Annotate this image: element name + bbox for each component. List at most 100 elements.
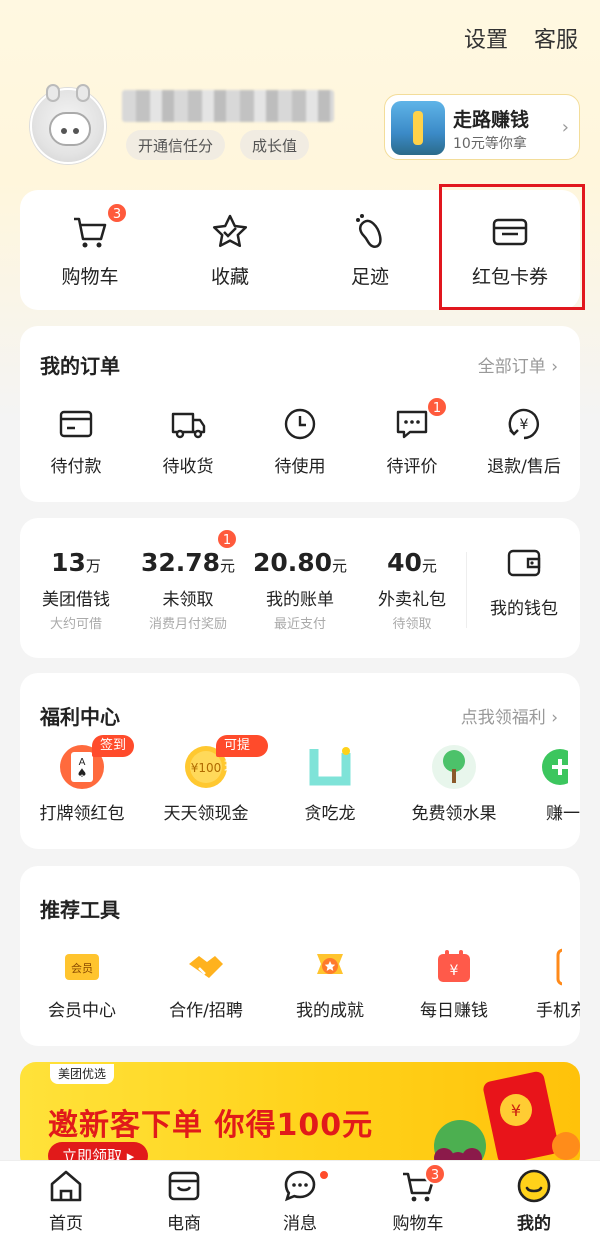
top-links: 设置 客服: [464, 22, 578, 54]
quick-favorites[interactable]: 收藏: [160, 190, 300, 310]
tool-label: 合作/招聘: [169, 1001, 243, 1021]
refund-icon: ¥: [508, 408, 539, 440]
avatar-ear-right: [76, 84, 90, 102]
home-icon: [50, 1170, 82, 1202]
red-envelope-fruit-illustration: ¥: [434, 1071, 580, 1172]
wallet-sublabel: 最近支付: [273, 617, 326, 632]
tool-cooperation[interactable]: 合作/招聘: [144, 946, 268, 1021]
wallet-sublabel: 大约可借: [49, 617, 102, 632]
avatar[interactable]: [30, 84, 106, 164]
order-pending-receipt[interactable]: 待收货: [132, 406, 244, 477]
wallet-value: 32.78: [140, 548, 221, 577]
order-to-review[interactable]: 待评价 1: [356, 396, 468, 477]
card-icon: [59, 410, 93, 438]
avatar-eye-left: [61, 128, 67, 134]
welfare-label: 免费领水果: [411, 804, 497, 824]
username-blurred: [122, 90, 334, 122]
tab-label: 消息: [283, 1214, 317, 1234]
walker-figure: [413, 111, 423, 145]
tools-card: 推荐工具 会员 会员中心 合作/招聘 我的成就 ¥ 每日赚钱 充 手机充: [20, 866, 580, 1046]
order-refund[interactable]: ¥ 退款/售后: [468, 406, 580, 477]
truck-icon: [171, 412, 206, 439]
tool-label: 会员中心: [48, 1001, 116, 1021]
comment-icon: [396, 410, 428, 439]
welfare-label: 打牌领红包: [39, 804, 125, 824]
tool-label: 手机充: [536, 1001, 580, 1021]
growth-value-pill[interactable]: 成长值: [240, 130, 310, 160]
welfare-snake-game[interactable]: 贪吃龙: [268, 743, 392, 824]
my-wallet[interactable]: 我的钱包: [468, 544, 580, 619]
settings-link[interactable]: 设置: [464, 22, 508, 54]
wallet-bill[interactable]: 20.80元 我的账单 最近支付: [244, 548, 356, 632]
tool-phone-recharge[interactable]: 充 手机充: [520, 946, 580, 1021]
welfare-link[interactable]: 点我领福利 ›: [461, 703, 558, 728]
smiley-icon: [517, 1169, 551, 1203]
wallet-unit: 元: [220, 557, 236, 575]
order-label: 待评价: [386, 457, 438, 477]
customer-service-link[interactable]: 客服: [534, 22, 578, 54]
order-label: 待付款: [50, 457, 102, 477]
shopping-bag-icon: [168, 1171, 200, 1201]
tab-label: 我的: [517, 1214, 551, 1234]
review-badge: 1: [426, 396, 448, 418]
tab-mine[interactable]: 我的: [474, 1167, 594, 1234]
order-label: 退款/售后: [487, 457, 561, 477]
highlight-box: [439, 184, 585, 310]
tab-home[interactable]: 首页: [6, 1167, 126, 1234]
welfare-label: 天天领现金: [163, 804, 249, 824]
divider: [466, 552, 467, 628]
welfare-card: 福利中心 点我领福利 › A ♠ 打牌领红包 签到 ¥100 天天领现金 可提现 …: [20, 673, 580, 849]
all-orders-link[interactable]: 全部订单 ›: [478, 352, 558, 377]
tab-cart-badge: 3: [424, 1163, 446, 1185]
order-to-use[interactable]: 待使用: [244, 406, 356, 477]
tools-title: 推荐工具: [40, 898, 120, 922]
wallet-label: 未领取: [162, 590, 214, 610]
tab-label: 购物车: [392, 1214, 444, 1234]
order-pending-payment[interactable]: 待付款: [20, 406, 132, 477]
wallet-unit: 元: [332, 557, 348, 575]
quick-cart[interactable]: 购物车 3: [20, 190, 160, 310]
welfare-link-label: 点我领福利: [460, 708, 546, 728]
tab-messages[interactable]: 消息: [240, 1167, 360, 1234]
walk-to-earn-promo[interactable]: 走路赚钱 10元等你拿 ›: [384, 94, 580, 160]
my-wallet-label: 我的钱包: [490, 599, 558, 619]
snake-icon: [309, 747, 351, 786]
unclaimed-badge: 1: [216, 528, 238, 550]
trust-score-pill[interactable]: 开通信任分: [126, 130, 226, 160]
tab-cart[interactable]: 购物车 3: [358, 1163, 478, 1234]
order-label: 待使用: [274, 457, 326, 477]
welfare-free-fruit[interactable]: 免费领水果: [392, 743, 516, 824]
medal-icon: [317, 954, 343, 974]
withdrawable-tag: 可提现: [216, 735, 268, 775]
tool-daily-earn[interactable]: ¥ 每日赚钱: [392, 946, 516, 1021]
wallet-unit: 万: [85, 557, 101, 575]
welfare-daily-cash[interactable]: ¥100 天天领现金 可提现: [144, 735, 268, 824]
wallet-unit: 元: [421, 557, 437, 575]
all-orders-label: 全部订单: [477, 357, 546, 377]
promo-banner[interactable]: 美团优选 邀新客下单 你得100元 立即领取 ▸ ¥: [20, 1062, 580, 1172]
chevron-right-icon: ›: [551, 708, 558, 728]
wallet-value: 20.80: [252, 548, 333, 577]
quick-footprints[interactable]: 足迹: [300, 190, 440, 310]
svg-text:♠: ♠: [77, 766, 88, 780]
orders-title: 我的订单: [40, 354, 120, 378]
tool-achievement[interactable]: 我的成就: [268, 946, 392, 1021]
calendar-money-icon: ¥: [438, 950, 470, 982]
wallet-unclaimed[interactable]: 32.78元 未领取 消费月付奖励 1: [132, 528, 244, 632]
avatar-eye-right: [73, 128, 79, 134]
welfare-earn[interactable]: 赚一: [520, 743, 580, 824]
clock-icon: [284, 408, 316, 440]
tool-membership[interactable]: 会员 会员中心: [20, 946, 144, 1021]
orders-card: 我的订单 全部订单 › 待付款 待收货 待使用 待评价 1 ¥ 退款/售后: [20, 326, 580, 502]
wallet-icon: [507, 549, 541, 577]
wallet-takeout-gift[interactable]: 40元 外卖礼包 待领取: [356, 548, 468, 632]
chevron-right-icon: ›: [561, 117, 569, 138]
tab-ecommerce[interactable]: 电商: [124, 1167, 244, 1234]
wallet-loan[interactable]: 13万 美团借钱 大约可借: [20, 548, 132, 632]
welfare-label: 贪吃龙: [304, 804, 356, 824]
banner-title: 邀新客下单 你得100元: [48, 1108, 374, 1143]
avatar-ear-left: [46, 84, 60, 102]
welfare-card-game[interactable]: A ♠ 打牌领红包 签到: [20, 735, 144, 824]
star-icon: [212, 214, 248, 248]
quick-cart-label: 购物车: [61, 266, 119, 288]
